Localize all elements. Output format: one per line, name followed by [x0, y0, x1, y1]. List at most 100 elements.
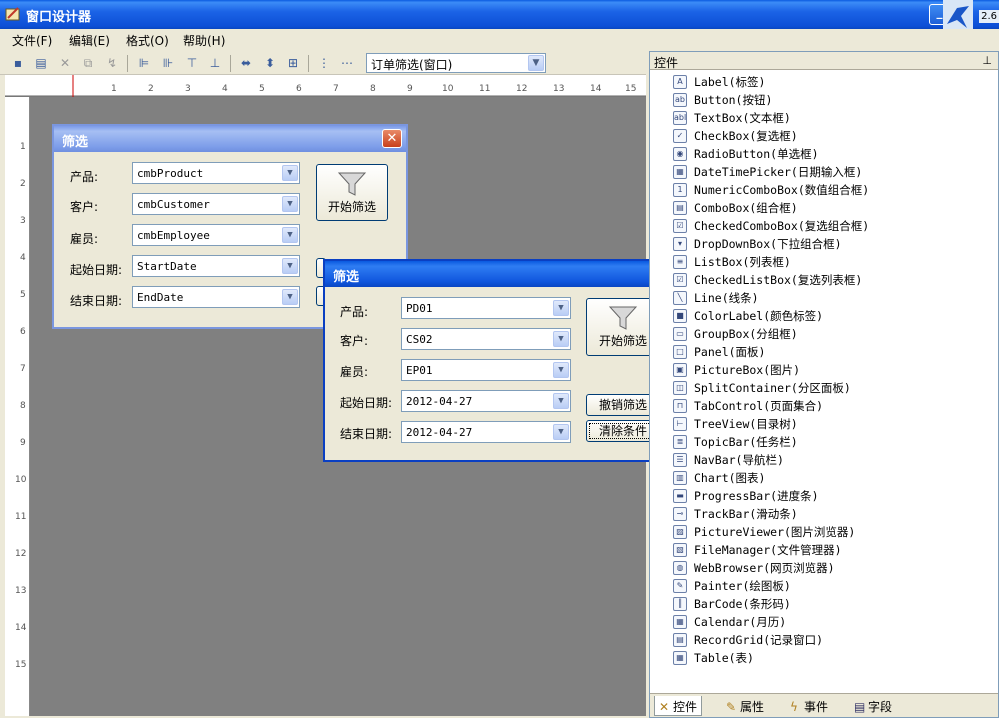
control-item-label: TrackBar(滑动条) — [694, 507, 798, 521]
ruler-tick-label: 15 — [625, 84, 637, 94]
ruler-tick-label: 6 — [296, 84, 302, 94]
control-item-label: TreeView(目录树) — [694, 417, 798, 431]
control-item-label: Table(表) — [694, 651, 754, 665]
control-item-label: CheckBox(复选框) — [694, 129, 798, 143]
chevron-down-icon[interactable]: ▼ — [553, 362, 569, 378]
menu-file[interactable]: 文件(F) — [12, 32, 52, 49]
toolbar-separator — [127, 55, 128, 72]
employee-label: 雇员: — [340, 365, 369, 379]
controls-panel: 控件 ⊥ A Label(标签) ab Button(按钮) abl TextBox(文本… — [649, 51, 999, 718]
tab-fields[interactable]: ▤ 字段 — [850, 696, 896, 716]
control-type-icon: ▥ — [673, 471, 687, 485]
end-date-picker[interactable]: 2012-04-27 ▼ — [401, 421, 571, 443]
paste-icon[interactable]: ↯ — [104, 55, 120, 71]
align-right-icon[interactable]: ⊪ — [160, 55, 176, 71]
menu-help[interactable]: 帮助(H) — [183, 32, 225, 49]
tab-label: 字段 — [868, 700, 893, 714]
chevron-down-icon[interactable]: ▼ — [528, 55, 544, 71]
vertical-spacing-icon[interactable]: ⋮ — [316, 55, 332, 71]
lightning-icon: ϟ — [790, 700, 798, 714]
cmb-employee[interactable]: cmbEmployee ▼ — [132, 224, 300, 246]
save-all-icon[interactable]: ▤ — [33, 55, 49, 71]
menu-format[interactable]: 格式(O) — [126, 32, 169, 49]
same-height-icon[interactable]: ⬍ — [262, 55, 278, 71]
control-type-icon: ▾ — [673, 237, 687, 251]
chevron-down-icon[interactable]: ▼ — [553, 424, 569, 440]
control-type-icon: ☑ — [673, 273, 687, 287]
control-item-label: ProgressBar(进度条) — [694, 489, 819, 503]
tab-controls[interactable]: ✕ 控件 — [654, 696, 703, 716]
tab-events[interactable]: ϟ 事件 — [786, 696, 832, 716]
filter-button-label: 开始筛选 — [598, 334, 647, 348]
form-title: 筛选 — [333, 270, 360, 285]
align-bottom-icon[interactable]: ⊥ — [207, 55, 223, 71]
menu-edit[interactable]: 编辑(E) — [69, 32, 110, 49]
control-type-icon: ▦ — [673, 651, 687, 665]
ruler-tick-label: 10 — [442, 84, 454, 94]
align-top-icon[interactable]: ⊤ — [184, 55, 200, 71]
chevron-down-icon[interactable]: ▼ — [553, 300, 569, 316]
product-combo[interactable]: PD01 ▼ — [401, 297, 571, 319]
same-width-icon[interactable]: ⬌ — [238, 55, 254, 71]
chevron-down-icon[interactable]: ▼ — [282, 165, 298, 181]
ruler-tick-label: 1 — [20, 142, 26, 152]
cmb-customer[interactable]: cmbCustomer ▼ — [132, 193, 300, 215]
chevron-down-icon[interactable]: ▼ — [553, 331, 569, 347]
control-type-icon: ☰ — [673, 453, 687, 467]
align-left-icon[interactable]: ⊫ — [136, 55, 152, 71]
filter-button[interactable]: 开始筛选 — [316, 164, 388, 221]
control-item-label: FileManager(文件管理器) — [694, 543, 842, 557]
control-item-label: Chart(图表) — [694, 471, 766, 485]
horizontal-spacing-icon[interactable]: ⋯ — [339, 55, 355, 71]
employee-combo[interactable]: EP01 ▼ — [401, 359, 571, 381]
designer-app-icon — [5, 6, 21, 22]
ruler-tick-label: 4 — [222, 84, 228, 94]
fields-icon: ▤ — [854, 700, 866, 714]
cut-icon[interactable]: ✕ — [57, 55, 73, 71]
control-item-label: Button(按钮) — [694, 93, 773, 107]
start-date-value: StartDate — [137, 260, 197, 273]
control-item-label: Line(线条) — [694, 291, 759, 305]
ruler-tick-label: 2 — [20, 179, 26, 189]
pin-icon[interactable]: ⊥ — [982, 54, 992, 67]
cmb-product[interactable]: cmbProduct ▼ — [132, 162, 300, 184]
toolbar-separator — [308, 55, 309, 72]
end-date-picker[interactable]: EndDate ▼ — [132, 286, 300, 308]
employee-label: 雇员: — [70, 232, 99, 246]
control-item-label: TabControl(页面集合) — [694, 399, 824, 413]
customer-combo[interactable]: CS02 ▼ — [401, 328, 571, 350]
control-item-label: Painter(绘图板) — [694, 579, 791, 593]
chevron-down-icon[interactable]: ▼ — [282, 196, 298, 212]
control-item-label: RecordGrid(记录窗口) — [694, 633, 824, 647]
chevron-down-icon[interactable]: ▼ — [282, 289, 298, 305]
ruler-tick-label: 15 — [15, 660, 27, 670]
control-item-label: ListBox(列表框) — [694, 255, 791, 269]
same-size-icon[interactable]: ⊞ — [285, 55, 301, 71]
chevron-down-icon[interactable]: ▼ — [553, 393, 569, 409]
panel-tabs: ✕ 控件 ✎ 属性 ϟ 事件 ▤ 字段 — [650, 693, 998, 717]
ruler-tick-label: 9 — [407, 84, 413, 94]
tab-properties[interactable]: ✎ 属性 — [722, 696, 768, 716]
ruler-tick-label: 3 — [185, 84, 191, 94]
form-select-value: 订单筛选(窗口) — [371, 58, 453, 72]
start-date-picker[interactable]: StartDate ▼ — [132, 255, 300, 277]
ruler-tick-label: 4 — [20, 253, 26, 263]
chevron-down-icon[interactable]: ▼ — [282, 258, 298, 274]
form-select-dropdown[interactable]: 订单筛选(窗口) ▼ — [366, 53, 546, 73]
preview-form[interactable]: 筛选 ✕ 产品: 客户: 雇员: 起始日期: 结束日期: PD01 ▼ CS02 ▼… — [323, 259, 676, 462]
chevron-down-icon[interactable]: ▼ — [282, 227, 298, 243]
ruler-tick-label: 11 — [479, 84, 491, 94]
control-type-icon: ✓ — [673, 129, 687, 143]
ruler-tick-label: 7 — [20, 364, 26, 374]
control-item-label: DateTimePicker(日期输入框) — [694, 165, 863, 179]
end-date-label: 结束日期: — [340, 427, 393, 441]
start-date-picker[interactable]: 2012-04-27 ▼ — [401, 390, 571, 412]
control-type-icon: ⊓ — [673, 399, 687, 413]
copy-icon[interactable]: ⧉ — [80, 55, 96, 71]
form-close-button[interactable]: ✕ — [382, 129, 402, 148]
control-type-icon: ▨ — [673, 525, 687, 539]
save-icon[interactable]: ▪ — [10, 55, 26, 71]
control-type-icon: ◍ — [673, 561, 687, 575]
control-item-label: NumericComboBox(数值组合框) — [694, 183, 870, 197]
ruler-tick-label: 14 — [15, 623, 27, 633]
